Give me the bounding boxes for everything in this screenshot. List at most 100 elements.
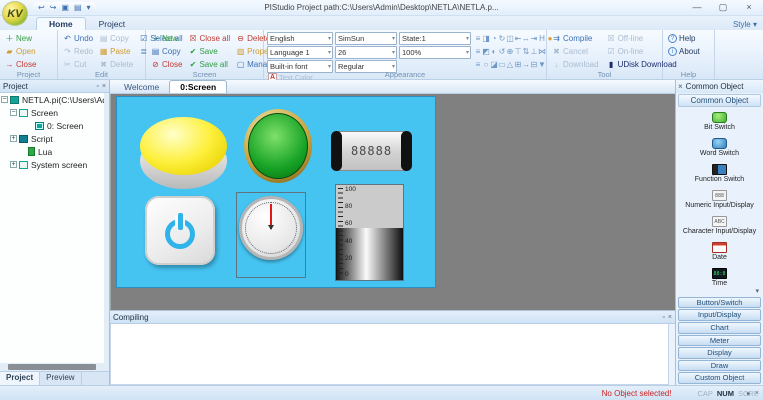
ribbon-button[interactable]: i About xyxy=(666,45,711,58)
appearance-tool-icon[interactable]: ◐ xyxy=(490,45,498,58)
appearance-tool-icon[interactable]: ↔ xyxy=(522,32,530,45)
quick-access-icon[interactable]: ▣ xyxy=(61,3,69,12)
pin-icon[interactable]: ▫ xyxy=(96,83,98,90)
ribbon-button[interactable]: ✔ Save xyxy=(186,45,232,58)
quick-access-icon[interactable]: ↩ xyxy=(38,3,45,12)
appearance-tool-icon[interactable]: ◨ xyxy=(482,32,490,45)
ribbon-button[interactable]: ? Help xyxy=(666,32,711,45)
appearance-tool-icon[interactable]: ◫ xyxy=(506,32,514,45)
appearance-tool-icon[interactable]: ⇅ xyxy=(522,45,530,58)
yellow-lamp-widget[interactable] xyxy=(140,117,227,189)
close-icon[interactable]: × xyxy=(678,82,683,91)
maximize-icon[interactable]: ▢ xyxy=(717,2,729,13)
tree-expander-icon[interactable]: − xyxy=(1,96,8,103)
tree-item[interactable]: + System screen xyxy=(0,158,104,171)
appearance-tool-icon[interactable]: ≡ xyxy=(474,32,482,45)
appearance-tool-icon[interactable]: ↺ xyxy=(498,45,506,58)
tree-expander-icon[interactable]: + xyxy=(10,161,17,168)
scrollbar-thumb[interactable] xyxy=(8,364,96,370)
gauge-selection-box[interactable] xyxy=(236,192,306,278)
ribbon-button-icon: ✖ xyxy=(99,60,108,69)
appearance-tool-icon[interactable]: ◔ xyxy=(490,32,498,45)
ribbon-button[interactable]: ☒ Close all xyxy=(186,32,232,45)
gauge-widget[interactable] xyxy=(239,196,303,260)
close-icon[interactable]: × xyxy=(668,314,672,321)
tree-item[interactable]: − Screen xyxy=(0,106,104,119)
screen-canvas[interactable]: 88888 100 xyxy=(116,96,436,288)
panel-tab[interactable]: Preview xyxy=(40,372,81,385)
tab-close-icon[interactable]: × xyxy=(755,390,759,398)
style-menu-button[interactable]: Style ▾ xyxy=(733,20,757,29)
ribbon-button[interactable]: ▦ Paste xyxy=(97,45,135,58)
tree-item[interactable]: Lua xyxy=(0,145,104,158)
palette-item[interactable]: 888 Numeric Input/Display xyxy=(676,186,763,212)
tree-item[interactable]: − NETLA.pi(C:\Users\Admin\Des xyxy=(0,93,104,106)
tree-item[interactable]: + Script xyxy=(0,132,104,145)
appearance-tool-icon[interactable]: ↻ xyxy=(498,32,506,45)
category-button[interactable]: Meter xyxy=(678,335,761,347)
category-button[interactable]: Button/Switch xyxy=(678,297,761,309)
document-tab[interactable]: Welcome xyxy=(114,81,169,93)
appearance-tool-icon[interactable]: ⊥ xyxy=(530,45,538,58)
quick-access-icon[interactable]: ▤ xyxy=(74,3,82,12)
object-section-header[interactable]: Common Object xyxy=(678,94,761,107)
ribbon-button[interactable]: ▰ Open xyxy=(3,45,54,58)
app-logo-icon[interactable]: KV xyxy=(2,1,28,26)
palette-item[interactable]: 88:8 Time xyxy=(676,264,763,287)
horizontal-scrollbar[interactable] xyxy=(0,363,109,371)
bar-meter-widget[interactable]: 100 80 60 40 20 0 xyxy=(335,184,404,281)
palette-item[interactable]: Bit Switch xyxy=(676,108,763,134)
pin-icon[interactable]: ▫ xyxy=(662,314,664,321)
appearance-tool-icon[interactable]: ◩ xyxy=(482,45,490,58)
ribbon-button[interactable]: ↶ Undo xyxy=(61,32,95,45)
category-button[interactable]: Input/Display xyxy=(678,309,761,321)
dropdown-select[interactable]: SimSun xyxy=(335,32,397,45)
appearance-tool-icon[interactable]: ⊤ xyxy=(514,45,522,58)
dropdown-select[interactable]: Language 1 xyxy=(267,46,333,59)
palette-overflow-icon[interactable]: ▾ xyxy=(755,288,759,295)
category-button[interactable]: Chart xyxy=(678,322,761,334)
ribbon-button[interactable]: ＋ New xyxy=(149,32,184,45)
quick-access-icon[interactable]: ▾ xyxy=(87,3,91,12)
tab-project[interactable]: Project xyxy=(86,17,138,30)
ribbon-button[interactable]: ✖ Cancel xyxy=(550,45,601,58)
ribbon-button[interactable]: ⇉ Compile xyxy=(550,32,601,45)
palette-item[interactable]: ABC Character Input/Display xyxy=(676,212,763,238)
appearance-tool-icon[interactable]: ⇤ xyxy=(514,32,522,45)
power-button-widget[interactable] xyxy=(145,196,215,265)
tree-expander-icon[interactable]: + xyxy=(10,135,17,142)
palette-item[interactable]: Date xyxy=(676,238,763,264)
numeric-display-widget[interactable]: 88888 xyxy=(332,131,411,171)
dropdown-select[interactable]: 26 xyxy=(335,46,397,59)
close-icon[interactable]: × xyxy=(102,83,106,90)
ribbon-button[interactable]: ▤ Copy xyxy=(149,45,184,58)
appearance-tool-icon[interactable]: ≡ xyxy=(474,45,482,58)
green-lamp-widget[interactable] xyxy=(244,109,312,183)
dropdown-value: English xyxy=(270,34,295,43)
minimize-icon[interactable]: — xyxy=(691,2,703,13)
close-icon[interactable]: × xyxy=(743,2,755,13)
dropdown-select[interactable]: 100% xyxy=(399,46,471,59)
ribbon-button[interactable]: ↷ Redo xyxy=(61,45,95,58)
appearance-tool-icon[interactable]: H xyxy=(538,32,546,45)
appearance-tool-icon[interactable]: ⇥ xyxy=(530,32,538,45)
category-button[interactable]: Draw xyxy=(678,360,761,372)
appearance-tool-icon[interactable]: ⋈ xyxy=(538,45,546,58)
output-panel-body[interactable] xyxy=(110,324,669,385)
dropdown-select[interactable]: English xyxy=(267,32,333,45)
palette-item[interactable]: Function Switch xyxy=(676,160,763,186)
category-button[interactable]: Display xyxy=(678,347,761,359)
tree-item[interactable]: 0: Screen xyxy=(0,119,104,132)
document-tab[interactable]: 0:Screen xyxy=(169,80,227,93)
panel-tab[interactable]: Project xyxy=(0,372,40,385)
category-button[interactable]: Custom Object xyxy=(678,372,761,384)
ribbon-button[interactable]: ▤ Copy xyxy=(97,32,135,45)
ribbon-button[interactable]: ＋ New xyxy=(3,32,54,45)
tab-scroll-icon[interactable]: ▾ xyxy=(746,390,750,398)
quick-access-icon[interactable]: ↪ xyxy=(50,3,57,12)
dropdown-select[interactable]: State:1 xyxy=(399,32,471,45)
tree-expander-icon[interactable]: − xyxy=(10,109,17,116)
tab-home[interactable]: Home xyxy=(36,17,86,30)
palette-item[interactable]: Word Switch xyxy=(676,134,763,160)
appearance-tool-icon[interactable]: ⊕ xyxy=(506,45,514,58)
